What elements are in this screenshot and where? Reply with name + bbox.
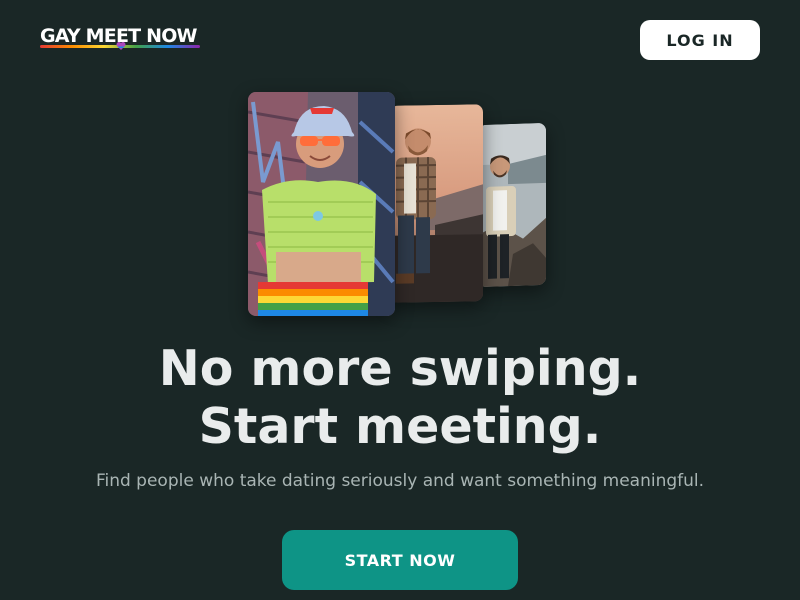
hero-headline: No more swiping. Start meeting. bbox=[0, 340, 800, 456]
login-button[interactable]: LOG IN bbox=[640, 20, 760, 60]
profile-photo-rainbow-hat-man bbox=[248, 92, 395, 316]
profile-photo-seaside-man bbox=[478, 122, 546, 288]
hero-subtext: Find people who take dating seriously an… bbox=[95, 471, 705, 491]
headline-line-1: No more swiping. bbox=[158, 340, 642, 397]
profile-photo-plaid-shirt-man bbox=[390, 104, 483, 303]
rainbow-heart-icon bbox=[116, 42, 126, 50]
start-now-button[interactable]: START NOW bbox=[282, 530, 518, 590]
landing-page: GAY MEET NOW LOG IN No more swiping. Sta… bbox=[0, 0, 800, 600]
headline-line-2: Start meeting. bbox=[198, 398, 602, 455]
brand-logo[interactable]: GAY MEET NOW bbox=[40, 24, 200, 50]
